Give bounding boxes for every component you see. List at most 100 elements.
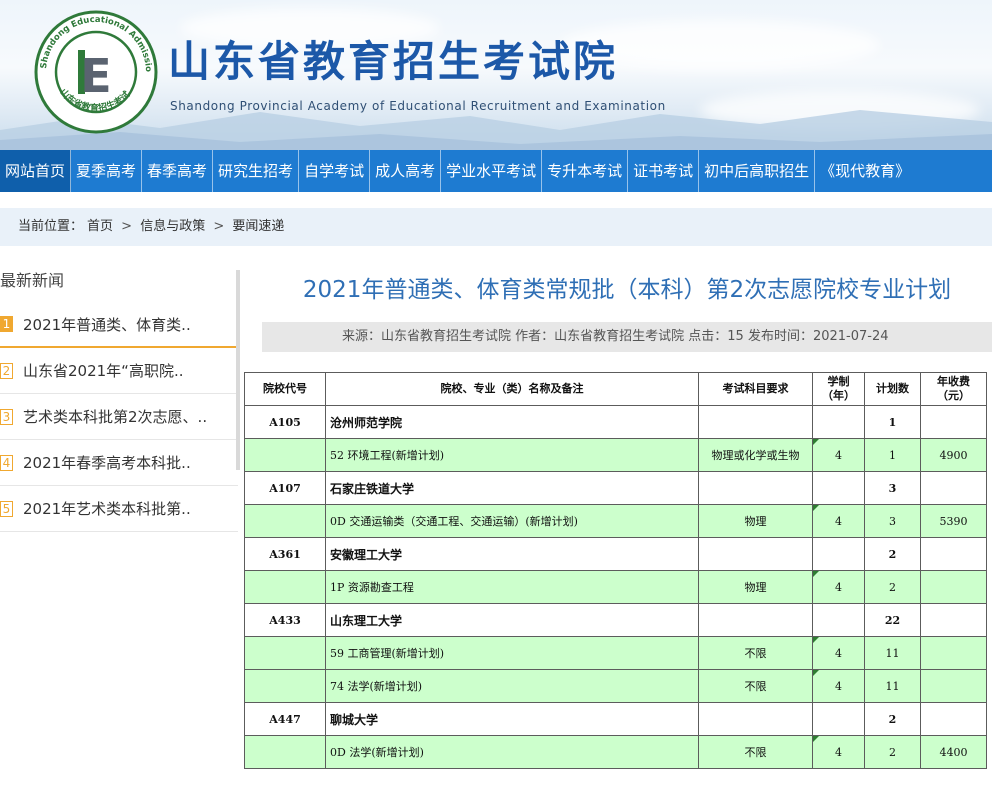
cell-code (244, 438, 326, 472)
cell-name-text: 聊城大学 (330, 712, 379, 727)
cell-plan: 2 (864, 735, 921, 769)
cell-code: A107 (244, 471, 326, 505)
cell-name-text: 0D 法学(新增计划) (330, 746, 424, 759)
cell-name-text: 1P 资源勘查工程 (330, 581, 414, 594)
news-item[interactable]: 5 2021年艺术类本科批第.. (0, 486, 238, 532)
cell-name-text: 59 工商管理(新增计划) (330, 647, 445, 660)
article-meta: 来源：山东省教育招生考试院 作者：山东省教育招生考试院 点击：15 发布时间：2… (262, 322, 992, 352)
cell-plan-text: 3 (889, 514, 896, 528)
cell-years: 4 (812, 735, 865, 769)
cell-years (812, 603, 865, 637)
nav-item-upgrade-exam[interactable]: 专升本考试 (542, 150, 629, 192)
cell-name: 1P 资源勘查工程 (325, 570, 699, 604)
cell-years: 4 (812, 570, 865, 604)
news-number-badge: 5 (0, 500, 13, 517)
cell-fee (920, 537, 987, 571)
cell-fee-text: 5390 (939, 514, 968, 528)
nav-item-modern-education[interactable]: 《现代教育》 (815, 150, 915, 192)
sidebar-title: 最新新闻 (0, 271, 65, 290)
news-item-text: 2021年艺术类本科批第.. (23, 500, 191, 518)
cell-subject (698, 603, 813, 637)
cell-plan: 2 (864, 702, 921, 736)
sidebar-scrollbar[interactable] (236, 270, 240, 470)
cell-plan: 22 (864, 603, 921, 637)
news-item[interactable]: 3 艺术类本科批第2次志愿、.. (0, 394, 238, 440)
cell-code: A433 (244, 603, 326, 637)
cell-fee (920, 702, 987, 736)
nav-item-adult-exam[interactable]: 成人高考 (370, 150, 442, 192)
cell-plan-text: 3 (888, 481, 897, 495)
cell-code (244, 735, 326, 769)
cell-fee (920, 669, 987, 703)
cell-code-text: A447 (269, 712, 301, 726)
news-item[interactable]: 4 2021年春季高考本科批.. (0, 440, 238, 486)
site-header: Shandong Educational Admission & Examina… (0, 0, 992, 150)
news-number-badge: 4 (0, 454, 13, 471)
site-title: 山东省教育招生考试院 (168, 37, 619, 86)
major-row: 0D 交通运输类（交通工程、交通运输）(新增计划) 物理 4 3 5390 (244, 504, 987, 538)
cell-name: 59 工商管理(新增计划) (325, 636, 699, 670)
breadcrumb-info-policy-link[interactable]: 信息与政策 (140, 219, 205, 234)
cell-fee (920, 570, 987, 604)
header-name: 院校、专业（类）名称及备注 (325, 372, 699, 406)
news-item-text: 2021年普通类、体育类.. (23, 315, 191, 334)
news-list: 1 2021年普通类、体育类.. 2 山东省2021年“高职院.. 3 艺术类本… (0, 302, 238, 532)
cell-plan: 1 (864, 438, 921, 472)
cell-name-text: 52 环境工程(新增计划) (330, 449, 445, 462)
university-row: A107 石家庄铁道大学 3 (244, 471, 987, 505)
cell-fee (920, 636, 987, 670)
header-code: 院校代号 (244, 372, 326, 406)
major-row: 74 法学(新增计划) 不限 4 11 (244, 669, 987, 703)
cell-name: 石家庄铁道大学 (325, 471, 699, 505)
cell-fee: 4900 (920, 438, 987, 472)
cell-subject (698, 405, 813, 439)
major-row: 1P 资源勘查工程 物理 4 2 (244, 570, 987, 604)
cell-subject-text: 物理 (744, 515, 767, 528)
cell-years-text: 4 (835, 580, 842, 594)
nav-item-certificate-exam[interactable]: 证书考试 (628, 150, 700, 192)
cell-fee-text: 4900 (939, 448, 968, 462)
cell-name: 沧州师范学院 (325, 405, 699, 439)
nav-item-vocational-enrollment[interactable]: 初中后高职招生 (699, 150, 816, 192)
cell-code: A105 (244, 405, 326, 439)
breadcrumb-label: 当前位置： (18, 219, 84, 234)
comment-marker-icon (813, 571, 819, 577)
cell-plan: 2 (864, 570, 921, 604)
news-item[interactable]: 2 山东省2021年“高职院.. (0, 348, 238, 394)
nav-item-summer-exam[interactable]: 夏季高考 (71, 150, 143, 192)
cell-fee-text: 4400 (939, 745, 968, 759)
breadcrumb-news-link[interactable]: 要闻速递 (232, 219, 284, 234)
comment-marker-icon (813, 637, 819, 643)
university-row: A447 聊城大学 2 (244, 702, 987, 736)
university-row: A433 山东理工大学 22 (244, 603, 987, 637)
breadcrumb: 当前位置： 首页 > 信息与政策 > 要闻速递 (0, 208, 992, 246)
cell-subject: 不限 (698, 735, 813, 769)
cell-years (812, 537, 865, 571)
cell-plan-text: 1 (888, 415, 897, 429)
nav-item-proficiency-exam[interactable]: 学业水平考试 (441, 150, 543, 192)
cell-code (244, 669, 326, 703)
breadcrumb-home-link[interactable]: 首页 (87, 219, 113, 234)
news-item[interactable]: 1 2021年普通类、体育类.. (0, 302, 238, 348)
cell-plan: 3 (864, 471, 921, 505)
cell-plan: 1 (864, 405, 921, 439)
latest-news-sidebar: 最新新闻 1 2021年普通类、体育类.. 2 山东省2021年“高职院.. 3… (0, 262, 238, 532)
nav-item-spring-exam[interactable]: 春季高考 (142, 150, 214, 192)
nav-item-graduate-exam[interactable]: 研究生招考 (213, 150, 300, 192)
cell-fee (920, 471, 987, 505)
cell-subject-text: 不限 (744, 647, 767, 660)
cell-code-text: A107 (269, 481, 301, 495)
cell-code-text: A361 (269, 547, 301, 561)
nav-item-home[interactable]: 网站首页 (0, 150, 72, 192)
article-title: 2021年普通类、体育类常规批（本科）第2次志愿院校专业计划 (302, 277, 952, 303)
cell-years: 4 (812, 438, 865, 472)
main-nav: 网站首页 夏季高考 春季高考 研究生招考 自学考试 成人高考 学业水平考试 专升… (0, 150, 992, 192)
cell-code (244, 636, 326, 670)
cell-name-text: 沧州师范学院 (330, 415, 403, 430)
nav-item-self-study-exam[interactable]: 自学考试 (299, 150, 371, 192)
major-row: 59 工商管理(新增计划) 不限 4 11 (244, 636, 987, 670)
comment-marker-icon (813, 439, 819, 445)
cell-plan-text: 2 (888, 547, 897, 561)
news-item-text: 山东省2021年“高职院.. (23, 362, 184, 380)
cell-plan: 11 (864, 636, 921, 670)
